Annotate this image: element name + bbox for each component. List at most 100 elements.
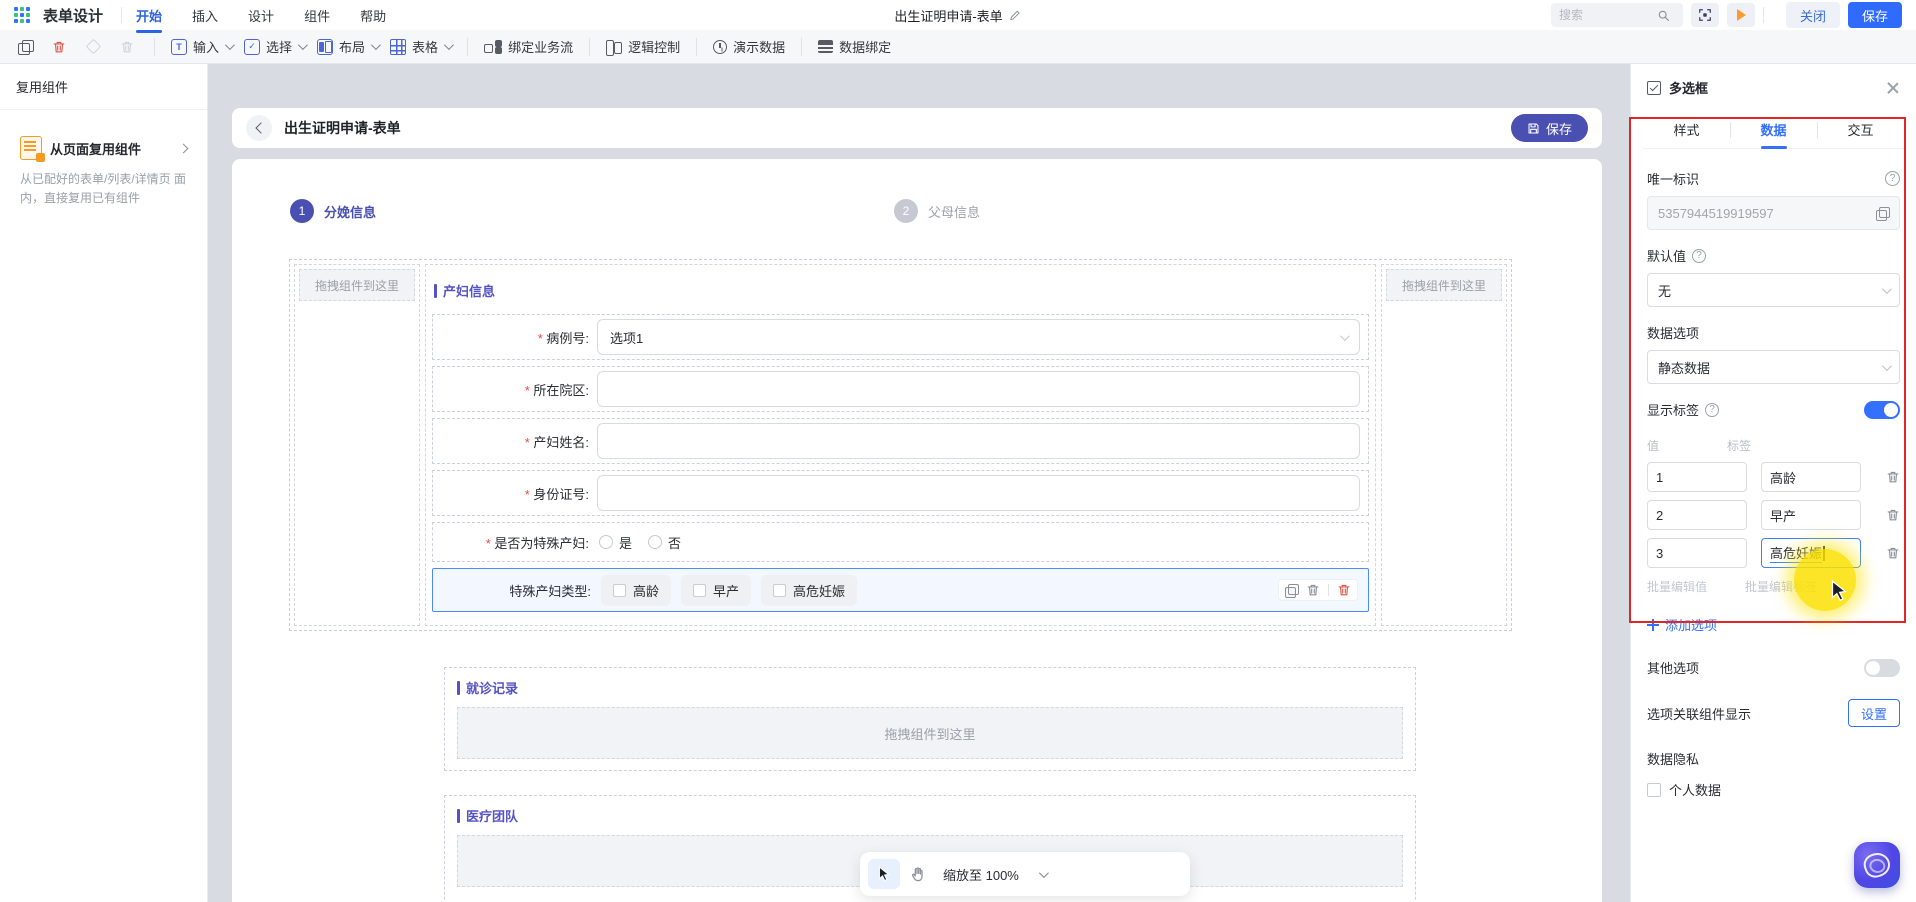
copy-icon[interactable] <box>1876 206 1890 221</box>
tool-layout[interactable]: 布局 <box>317 37 381 56</box>
radio-yes[interactable] <box>599 535 613 549</box>
search-box[interactable] <box>1550 3 1683 27</box>
field-row-campus[interactable]: 所在院区: <box>432 366 1369 412</box>
field-row-special[interactable]: 是否为特殊产妇: 是 否 <box>432 522 1369 562</box>
option-label-input[interactable]: 高龄 <box>1761 462 1861 492</box>
section-visit-records[interactable]: 就诊记录 拖拽组件到这里 <box>444 667 1416 771</box>
sidebar-reusable-components: 复用组件 从页面复用组件 从已配好的表单/列表/详情页 面内，直接复用已有组件 <box>0 64 208 902</box>
name-input[interactable] <box>597 423 1360 459</box>
data-option-select[interactable]: 静态数据 <box>1647 350 1900 384</box>
close-button[interactable]: 关闭 <box>1785 2 1840 28</box>
eraser-button[interactable] <box>82 36 104 58</box>
checkbox-icon[interactable] <box>613 583 626 597</box>
tab-style[interactable]: 样式 <box>1643 111 1730 148</box>
search-icon[interactable] <box>1657 9 1670 22</box>
case-no-select[interactable]: 选项1 <box>597 319 1360 355</box>
app-title: 表单设计 <box>43 7 104 25</box>
tab-data[interactable]: 数据 <box>1730 111 1817 148</box>
option-value-input[interactable]: 1 <box>1647 462 1747 492</box>
option-value-input[interactable]: 3 <box>1647 538 1747 568</box>
checkbox-icon[interactable] <box>773 583 787 597</box>
section-title-visit: 就诊记录 <box>457 678 1403 697</box>
chip-high-risk[interactable]: 高危妊娠 <box>761 574 858 606</box>
menu-start[interactable]: 开始 <box>136 0 162 31</box>
drop-placeholder: 拖拽组件到这里 <box>1386 269 1502 301</box>
trash-icon[interactable] <box>1306 583 1320 597</box>
field-row-case-no[interactable]: 病例号: 选项1 <box>432 314 1369 360</box>
chevron-down-icon[interactable] <box>1038 867 1049 878</box>
personal-data-checkbox[interactable] <box>1647 782 1661 797</box>
option-label-input-editing[interactable]: 高危妊娠 <box>1761 538 1861 568</box>
hand-tool-icon[interactable] <box>910 866 927 883</box>
checkbox-icon[interactable] <box>693 583 707 597</box>
delete-option-button[interactable] <box>1886 546 1900 560</box>
copy-button[interactable] <box>14 36 36 58</box>
delete-button[interactable] <box>48 36 70 58</box>
batch-edit-values-link[interactable]: 批量编辑值 <box>1647 578 1707 595</box>
field-row-name[interactable]: 产妇姓名: <box>432 418 1369 464</box>
form-title: 出生证明申请-表单 <box>284 120 401 136</box>
component-actions <box>1278 579 1358 601</box>
form-save-button[interactable]: 保存 <box>1510 114 1588 142</box>
trash-red-icon[interactable] <box>1337 583 1351 597</box>
option-label-input[interactable]: 早产 <box>1761 500 1861 530</box>
help-icon[interactable]: ? <box>1885 171 1900 186</box>
input-T-icon: T <box>171 38 187 55</box>
help-icon[interactable]: ? <box>1692 248 1707 263</box>
toolbar: T 输入 ✓ 选择 布局 表格 绑定业务流 逻辑控制 演示数据 数据绑定 <box>0 30 1916 64</box>
left-drop-column[interactable]: 拖拽组件到这里 <box>294 264 420 626</box>
tool-logic[interactable]: 逻辑控制 <box>606 37 680 56</box>
other-option-toggle[interactable] <box>1864 658 1900 677</box>
delete-option-button[interactable] <box>1886 508 1900 522</box>
step-2[interactable]: 2 父母信息 <box>894 199 980 223</box>
campus-input[interactable] <box>597 371 1360 407</box>
chip-premature[interactable]: 早产 <box>681 574 752 606</box>
trash-icon <box>1886 546 1900 560</box>
batch-edit-labels-link[interactable]: 批量编辑标签 <box>1745 578 1817 595</box>
duplicate-icon[interactable] <box>1285 583 1299 598</box>
id-no-input[interactable] <box>597 475 1360 511</box>
reuse-from-page-card[interactable]: 从页面复用组件 从已配好的表单/列表/详情页 面内，直接复用已有组件 <box>10 124 197 220</box>
menu-design[interactable]: 设计 <box>248 0 274 31</box>
right-drop-column[interactable]: 拖拽组件到这里 <box>1381 264 1507 626</box>
ai-assistant-button[interactable] <box>1854 842 1900 888</box>
menu-component[interactable]: 组件 <box>304 0 330 31</box>
add-option-button[interactable]: 添加选项 <box>1647 615 1900 634</box>
scan-button[interactable] <box>1690 3 1719 27</box>
back-button[interactable] <box>246 115 272 141</box>
field-row-special-type-selected[interactable]: 特殊产妇类型: 高龄 早产 高危妊娠 <box>432 568 1369 612</box>
chevron-down-icon <box>1339 330 1350 341</box>
chip-advanced-age[interactable]: 高龄 <box>601 574 672 606</box>
clear-button[interactable] <box>116 36 138 58</box>
tool-input[interactable]: T 输入 <box>171 37 235 56</box>
preview-button[interactable] <box>1726 3 1755 27</box>
help-icon[interactable]: ? <box>1705 402 1720 417</box>
app-grid-icon[interactable] <box>14 6 31 24</box>
save-button[interactable]: 保存 <box>1847 2 1902 28</box>
tool-bind-flow[interactable]: 绑定业务流 <box>484 37 573 56</box>
reuse-card-description: 从已配好的表单/列表/详情页 面内，直接复用已有组件 <box>20 172 187 205</box>
close-icon[interactable] <box>1886 81 1900 95</box>
menu-help[interactable]: 帮助 <box>360 0 386 31</box>
menu-insert[interactable]: 插入 <box>192 0 218 31</box>
reuse-from-page-row[interactable]: 从页面复用组件 <box>20 136 189 162</box>
tool-select[interactable]: ✓ 选择 <box>244 37 308 56</box>
settings-button[interactable]: 设置 <box>1847 699 1900 727</box>
step-1[interactable]: 1 分娩信息 <box>290 199 376 223</box>
radio-no[interactable] <box>648 535 663 549</box>
delete-option-button[interactable] <box>1886 470 1900 484</box>
tool-demo-data[interactable]: 演示数据 <box>713 37 785 56</box>
trash-icon <box>120 40 134 54</box>
edit-pencil-icon[interactable] <box>1009 9 1022 22</box>
search-input[interactable] <box>1558 8 1651 22</box>
field-row-id-no[interactable]: 身份证号: <box>432 470 1369 516</box>
tool-data-bind[interactable]: 数据绑定 <box>818 37 891 56</box>
default-value-select[interactable]: 无 <box>1647 273 1900 307</box>
option-value-input[interactable]: 2 <box>1647 500 1747 530</box>
tab-interaction[interactable]: 交互 <box>1817 111 1904 148</box>
cursor-tool-button[interactable] <box>868 859 900 889</box>
section-title-maternal: 产妇信息 <box>434 281 1369 300</box>
tool-table[interactable]: 表格 <box>390 37 454 56</box>
zoom-level-label[interactable]: 缩放至 100% <box>943 865 1019 884</box>
show-label-toggle[interactable] <box>1864 400 1900 419</box>
